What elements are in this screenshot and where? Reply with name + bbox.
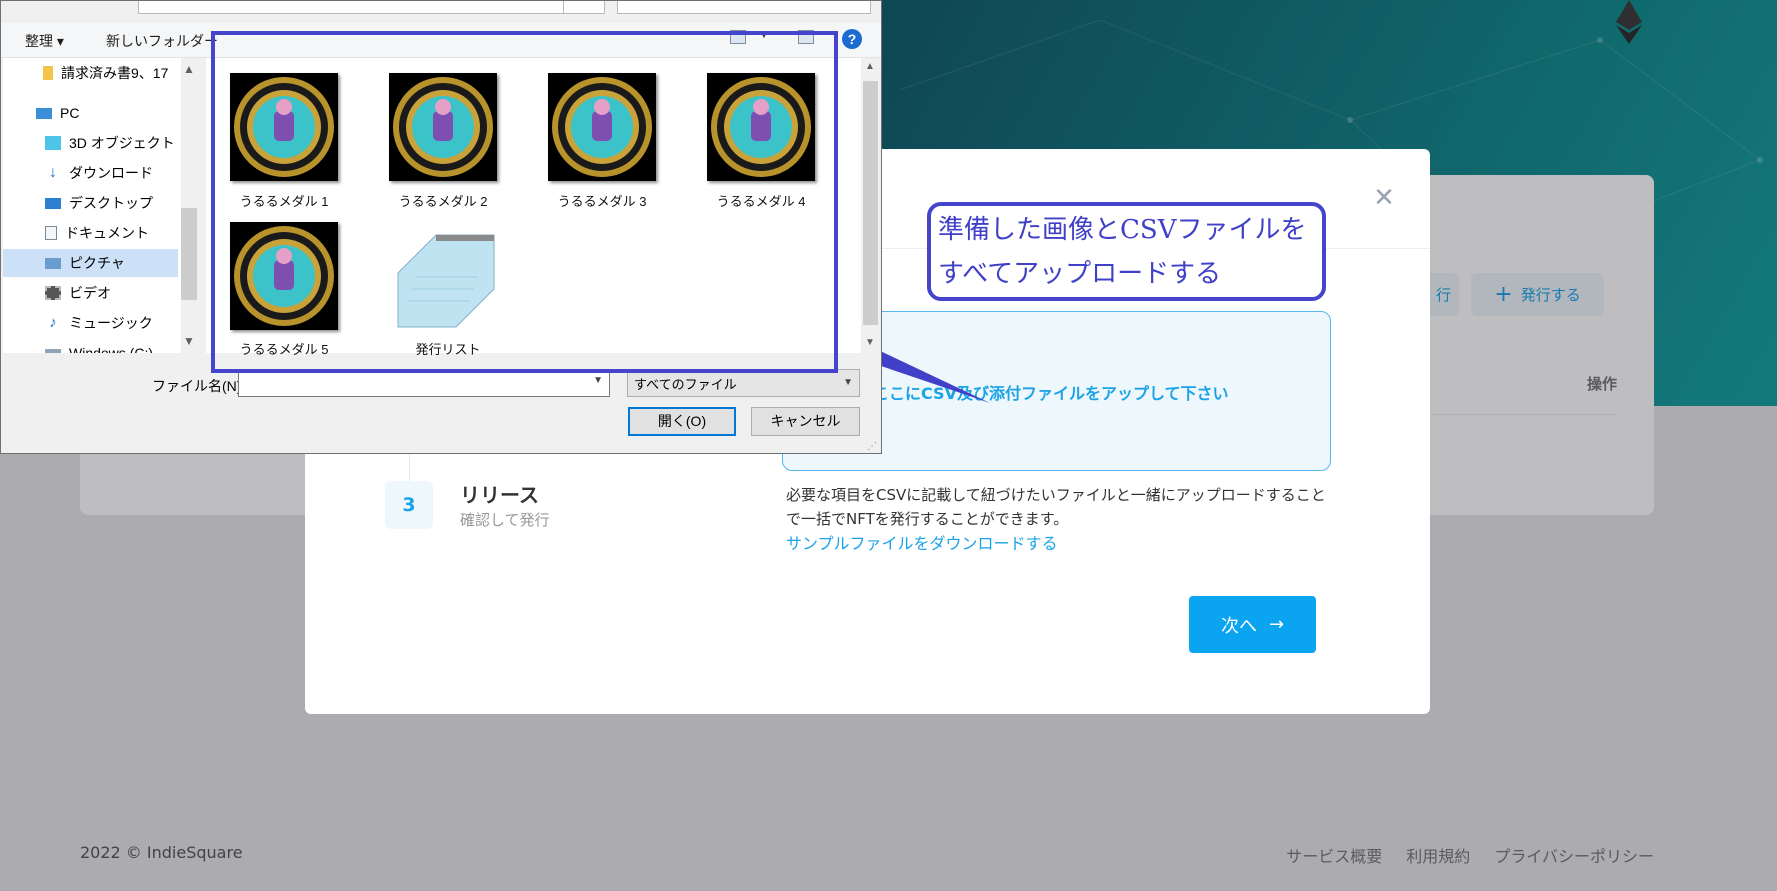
drive-icon <box>45 348 61 353</box>
preview-pane-icon[interactable] <box>798 30 814 44</box>
nav-item-label: Windows (C:) <box>69 345 154 353</box>
nav-item-label: ビデオ <box>69 285 111 301</box>
nav-item-label: ピクチャ <box>69 255 125 271</box>
file-label: うるるメダル 1 <box>239 194 329 209</box>
scroll-up-icon[interactable]: ▲ <box>183 62 195 76</box>
scroll-up-icon[interactable]: ▲ <box>865 61 875 72</box>
chevron-down-icon[interactable]: ▼ <box>593 375 603 386</box>
scroll-down-icon[interactable]: ▼ <box>183 334 195 348</box>
file-label: うるるメダル 2 <box>398 194 488 209</box>
3d-objects-icon <box>45 136 61 150</box>
navigation-pane: 請求済み書9、17 PC 3D オブジェクト ↓ ダウンロード デスクトップ ド… <box>3 58 197 353</box>
file-label: うるるメダル 3 <box>557 194 647 209</box>
folder-icon <box>43 66 53 80</box>
open-button[interactable]: 開く(O) <box>628 407 736 436</box>
organize-menu[interactable]: 整理 ▾ <box>25 31 64 51</box>
nav-item-label: 3D オブジェクト <box>69 135 175 151</box>
help-icon[interactable]: ? <box>842 29 862 49</box>
pictures-icon <box>45 257 61 269</box>
nav-item-videos[interactable]: ビデオ <box>3 279 178 307</box>
nav-item-desktop[interactable]: デスクトップ <box>3 189 178 217</box>
music-icon: ♪ <box>49 314 57 331</box>
nav-scrollbar-thumb[interactable] <box>181 208 197 300</box>
medal-image-icon[interactable] <box>707 73 815 181</box>
nav-item-label: ミュージック <box>69 315 153 331</box>
nav-item-drive-c[interactable]: Windows (C:) <box>3 339 178 353</box>
notepad-icon[interactable] <box>386 227 498 331</box>
files-scrollbar-thumb[interactable] <box>863 81 878 325</box>
resize-grip-icon[interactable]: ⋰ <box>867 441 877 452</box>
refresh-button[interactable] <box>563 1 605 14</box>
nav-scrollbar[interactable] <box>181 58 197 353</box>
nav-item-label: 請求済み書9、17 <box>61 65 169 81</box>
annotation-line-2: すべてアップロードする <box>938 259 1222 289</box>
annotation-callout: 準備した画像とCSVファイルを すべてアップロードする <box>927 202 1326 301</box>
filename-input[interactable]: ▼ <box>238 369 610 397</box>
nav-item-pc[interactable]: PC <box>3 99 178 127</box>
view-mode-icon[interactable] <box>730 30 746 44</box>
address-bar[interactable] <box>138 1 566 14</box>
scroll-down-icon[interactable]: ▼ <box>865 337 875 348</box>
file-label: 発行リスト <box>415 342 481 357</box>
nav-item-pictures[interactable]: ピクチャ <box>3 249 178 277</box>
nav-item-downloads[interactable]: ↓ ダウンロード <box>3 159 178 187</box>
filetype-value: すべてのファイル <box>634 377 737 392</box>
filename-label: ファイル名(N): <box>152 378 246 394</box>
nav-item-label: デスクトップ <box>69 195 153 211</box>
cancel-button[interactable]: キャンセル <box>751 407 860 436</box>
new-folder-button[interactable]: 新しいフォルダー <box>106 31 218 51</box>
medal-image-icon[interactable] <box>230 73 338 181</box>
chevron-down-icon: ▼ <box>843 377 853 388</box>
address-bar-area <box>1 1 881 15</box>
nav-item-label: PC <box>60 105 80 121</box>
nav-item-folder[interactable]: 請求済み書9、17 <box>3 59 178 87</box>
file-label: うるるメダル 4 <box>716 194 806 209</box>
filetype-select[interactable]: すべてのファイル ▼ <box>627 369 860 397</box>
pc-icon <box>36 107 52 119</box>
nav-item-label: ドキュメント <box>65 225 149 241</box>
nav-item-3d-objects[interactable]: 3D オブジェクト <box>3 129 178 157</box>
download-icon: ↓ <box>49 164 57 181</box>
medal-image-icon[interactable] <box>389 73 497 181</box>
document-icon <box>45 226 57 240</box>
medal-image-icon[interactable] <box>230 222 338 330</box>
view-dropdown-icon[interactable]: ▼ <box>759 30 769 41</box>
medal-image-icon[interactable] <box>548 73 656 181</box>
desktop-icon <box>45 197 61 209</box>
nav-item-documents[interactable]: ドキュメント <box>3 219 178 247</box>
file-open-dialog: 整理 ▾ 新しいフォルダー ▼ ? 請求済み書9、17 PC 3D オブジェクト… <box>0 0 882 454</box>
file-label: うるるメダル 5 <box>239 342 329 357</box>
annotation-line-1: 準備した画像とCSVファイルを <box>938 215 1307 245</box>
video-icon <box>45 286 61 300</box>
nav-item-label: ダウンロード <box>69 165 153 181</box>
nav-item-music[interactable]: ♪ ミュージック <box>3 309 178 337</box>
dialog-toolbar: 整理 ▾ 新しいフォルダー <box>1 23 881 58</box>
search-box[interactable] <box>617 1 871 14</box>
